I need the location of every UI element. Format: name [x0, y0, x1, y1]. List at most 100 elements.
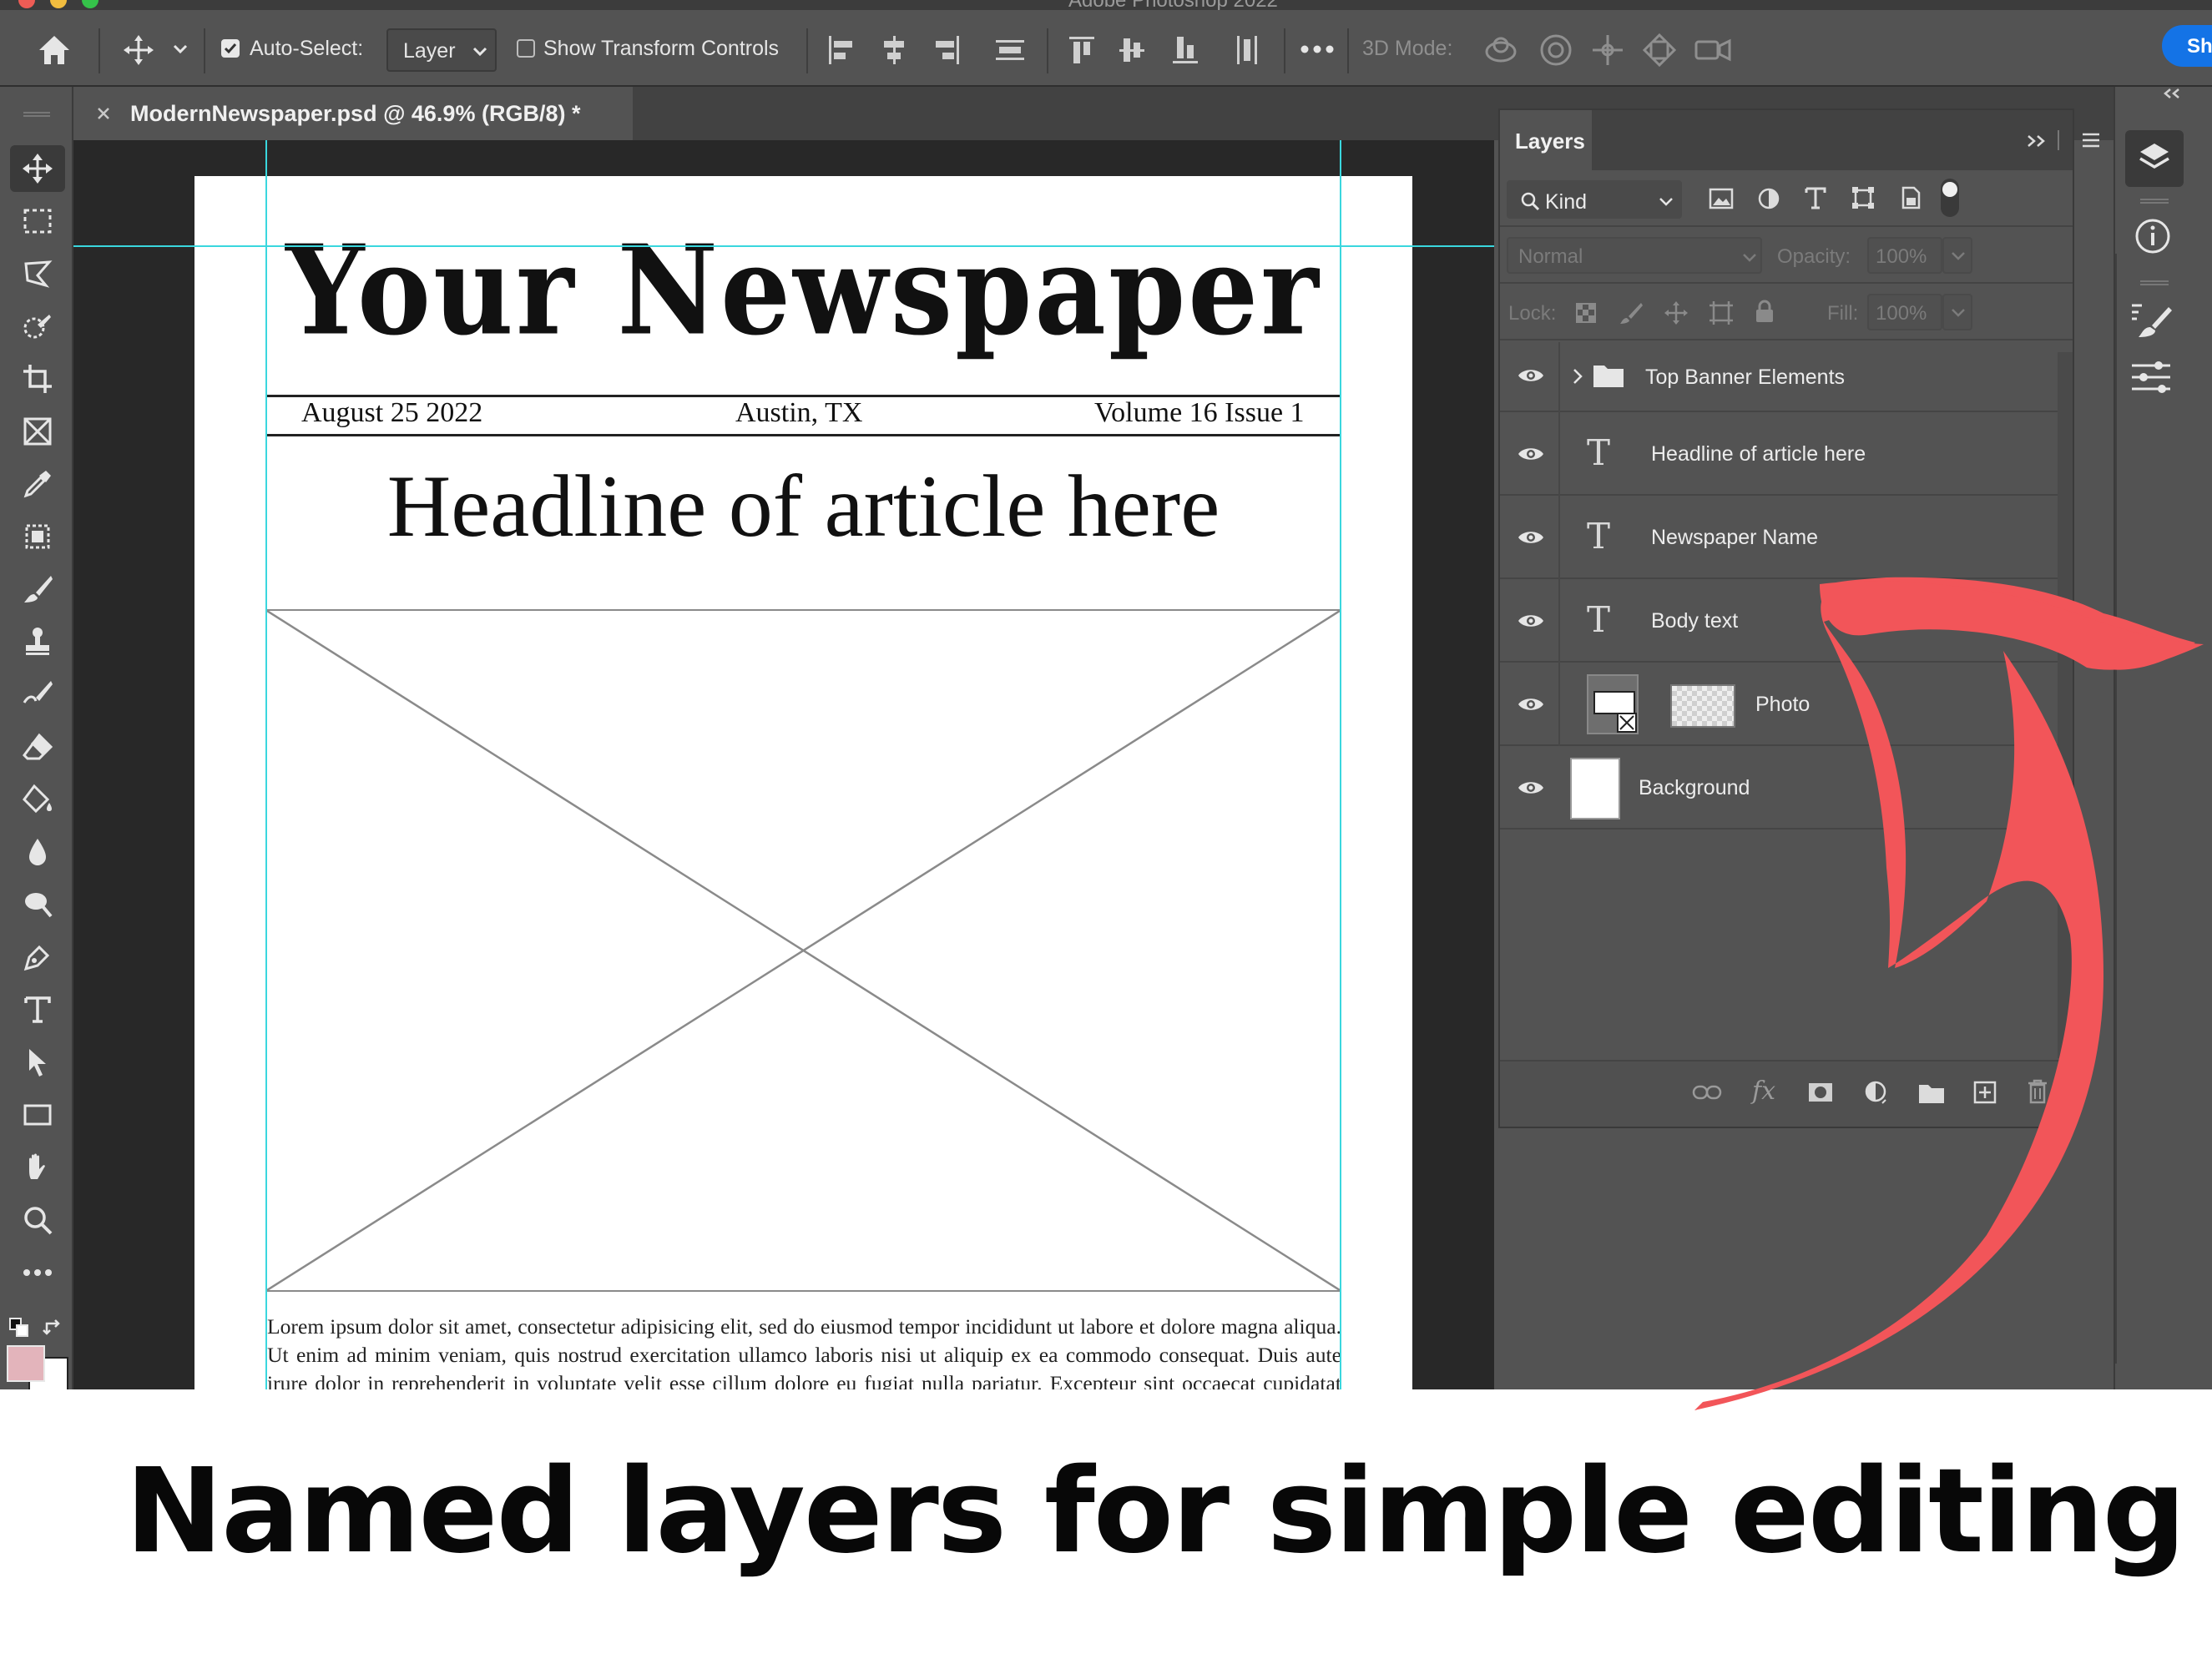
move-tool[interactable] [10, 145, 65, 192]
align-horizontal-center-icon[interactable] [880, 33, 908, 67]
fill-chevron[interactable] [1942, 294, 1972, 330]
visibility-eye-icon[interactable] [1517, 778, 1545, 798]
paint-bucket-tool[interactable] [10, 776, 65, 823]
history-brush-tool[interactable] [10, 671, 65, 718]
rectangle-tool[interactable] [10, 1092, 65, 1138]
layer-list-scrollbar[interactable] [2058, 352, 2073, 1058]
info-icon[interactable] [2134, 217, 2172, 255]
layer-row[interactable]: Background [1500, 746, 2058, 829]
opacity-chevron[interactable] [1942, 237, 1972, 274]
home-icon[interactable] [37, 33, 72, 67]
3d-slide-icon[interactable] [1641, 32, 1678, 68]
crop-tool[interactable] [10, 355, 65, 402]
visibility-eye-icon[interactable] [1517, 444, 1545, 464]
fx-icon[interactable]: fx [1752, 1077, 1775, 1106]
visibility-eye-icon[interactable] [1517, 527, 1545, 547]
chevron-right-icon[interactable] [1572, 367, 1583, 386]
add-mask-icon[interactable] [1807, 1082, 1834, 1103]
collapse-panel-icon[interactable] [2026, 134, 2048, 149]
zoom-window-button[interactable] [82, 0, 98, 8]
layers-dock-button[interactable] [2125, 130, 2184, 187]
lock-transparent-icon[interactable] [1575, 302, 1597, 324]
pen-tool[interactable] [10, 934, 65, 981]
zoom-tool[interactable] [10, 1197, 65, 1243]
new-layer-icon[interactable] [1972, 1080, 1997, 1105]
spot-heal-tool[interactable] [10, 513, 65, 560]
align-right-icon[interactable] [933, 33, 962, 67]
layer-row[interactable]: T Body text [1500, 579, 2058, 663]
brush-settings-icon[interactable] [2130, 300, 2174, 339]
3d-pan-icon[interactable] [1589, 32, 1626, 68]
visibility-eye-icon[interactable] [1517, 611, 1545, 631]
lock-pixels-icon[interactable] [1619, 300, 1644, 325]
panel-menu-icon[interactable] [2081, 132, 2101, 149]
filter-pixel-icon[interactable] [1709, 187, 1734, 210]
move-tool-icon[interactable] [122, 33, 155, 67]
opacity-field[interactable]: 100% [1867, 237, 1942, 274]
default-colors-icon[interactable] [8, 1317, 30, 1339]
layer-row[interactable]: T Newspaper Name [1500, 496, 2058, 579]
show-transform-checkbox[interactable] [517, 39, 535, 58]
layers-tab[interactable]: Layers [1500, 110, 1592, 170]
fill-field[interactable]: 100% [1867, 294, 1942, 330]
filter-kind-dropdown[interactable]: Kind [1507, 180, 1682, 219]
auto-select-checkbox[interactable] [221, 39, 240, 58]
type-tool[interactable] [10, 986, 65, 1033]
3d-orbit-icon[interactable] [1482, 32, 1519, 68]
eraser-tool[interactable] [10, 724, 65, 770]
close-window-button[interactable] [18, 0, 35, 8]
brush-tool[interactable] [10, 566, 65, 613]
swap-colors-icon[interactable] [42, 1317, 63, 1339]
marquee-tool[interactable] [10, 198, 65, 245]
3d-roll-icon[interactable] [1538, 32, 1574, 68]
filter-toggle-switch[interactable] [1941, 179, 1959, 217]
blend-mode-dropdown[interactable]: Normal [1507, 237, 1762, 274]
new-group-icon[interactable] [1917, 1082, 1946, 1105]
canvas-area[interactable]: Your Newspaper August 25 2022 Austin, TX… [73, 140, 1494, 1389]
minimize-window-button[interactable] [50, 0, 67, 8]
tool-preset-chevron-icon[interactable] [172, 43, 189, 55]
lock-position-icon[interactable] [1664, 300, 1689, 325]
filter-adjustment-icon[interactable] [1757, 187, 1780, 210]
close-tab-icon[interactable] [95, 105, 112, 122]
blur-tool[interactable] [10, 829, 65, 875]
eyedropper-tool[interactable] [10, 461, 65, 507]
lock-artboard-icon[interactable] [1709, 300, 1734, 325]
lasso-tool[interactable] [10, 250, 65, 297]
filter-smart-object-icon[interactable] [1899, 185, 1922, 210]
quick-select-tool[interactable] [10, 303, 65, 350]
share-button[interactable]: Sh [2162, 25, 2212, 67]
align-left-icon[interactable] [826, 33, 855, 67]
collapse-dock-icon[interactable] [2162, 87, 2184, 100]
visibility-eye-icon[interactable] [1517, 694, 1545, 714]
layer-row[interactable]: Photo [1500, 663, 2058, 746]
align-vertical-center-icon[interactable] [1117, 33, 1147, 67]
delete-layer-icon[interactable] [2026, 1078, 2049, 1105]
layer-row[interactable]: T Headline of article here [1500, 412, 2058, 496]
newspaper-document[interactable]: Your Newspaper August 25 2022 Austin, TX… [194, 176, 1412, 1389]
clone-stamp-tool[interactable] [10, 618, 65, 665]
auto-select-target-dropdown[interactable]: Layer [386, 28, 497, 72]
foreground-color-swatch[interactable] [7, 1345, 45, 1382]
more-options-icon[interactable] [1299, 43, 1336, 55]
hand-tool[interactable] [10, 1144, 65, 1191]
visibility-eye-icon[interactable] [1517, 366, 1545, 386]
toolbar-grip[interactable] [23, 112, 50, 117]
link-layers-icon[interactable] [1692, 1083, 1722, 1102]
path-select-tool[interactable] [10, 1039, 65, 1086]
3d-camera-icon[interactable] [1693, 33, 1733, 67]
filter-type-icon[interactable] [1804, 185, 1827, 210]
layer-row[interactable]: Top Banner Elements [1500, 342, 2058, 412]
frame-tool[interactable] [10, 408, 65, 455]
distribute-vertical-icon[interactable] [993, 33, 1027, 67]
adjustments-icon[interactable] [2130, 359, 2174, 396]
lock-all-icon[interactable] [1754, 299, 1775, 324]
dodge-tool[interactable] [10, 881, 65, 928]
align-bottom-icon[interactable] [1170, 33, 1200, 67]
adjustment-layer-icon[interactable] [1864, 1080, 1889, 1107]
align-top-icon[interactable] [1067, 33, 1097, 67]
more-tools[interactable] [10, 1249, 65, 1296]
filter-shape-icon[interactable] [1851, 185, 1876, 210]
document-tab[interactable]: ModernNewspaper.psd @ 46.9% (RGB/8) * [73, 87, 633, 140]
distribute-horizontal-icon[interactable] [1230, 33, 1264, 67]
